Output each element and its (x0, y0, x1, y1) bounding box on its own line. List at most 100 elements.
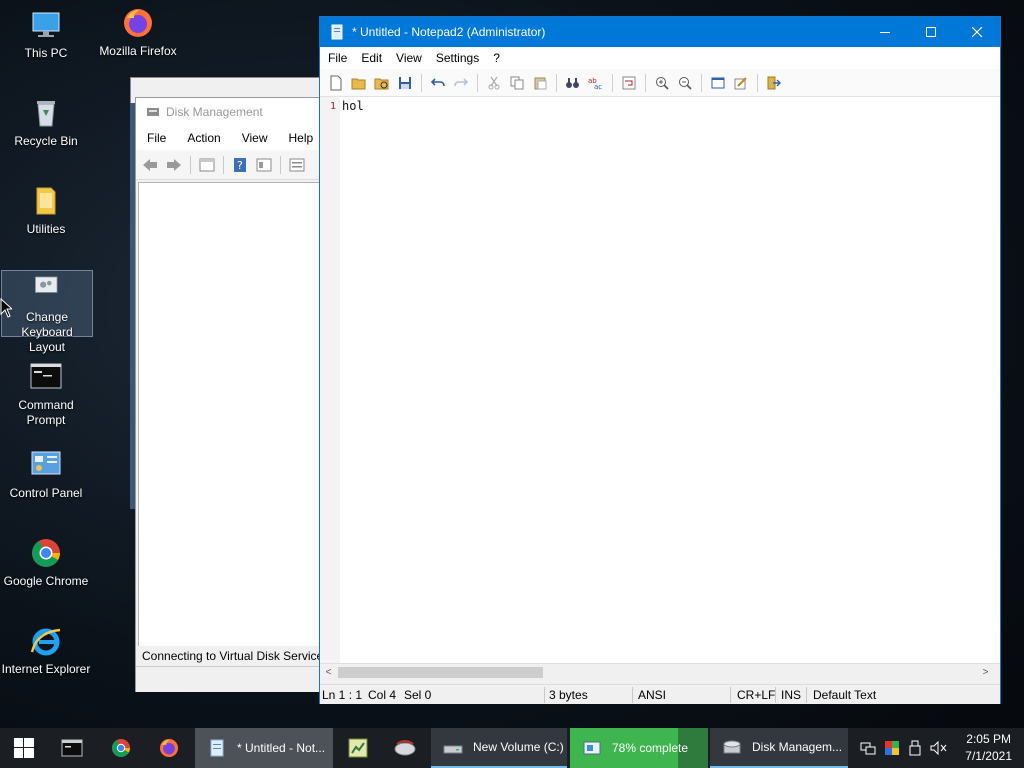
desktop-icon-label: Google Chrome (3, 574, 89, 588)
zoom-out-icon[interactable] (675, 73, 695, 93)
desktop-icon-firefox[interactable]: Mozilla Firefox (92, 6, 184, 59)
status-encoding[interactable]: ANSI (638, 688, 666, 702)
taskbar-button-label: Disk Managem... (752, 740, 843, 754)
desktop-icon-label: Mozilla Firefox (99, 44, 177, 58)
new-file-icon[interactable] (326, 73, 346, 93)
volume-muted-icon[interactable] (930, 740, 948, 756)
svg-text:ac: ac (594, 83, 602, 90)
terminal-icon (61, 739, 83, 757)
menu-help[interactable]: Help (278, 131, 324, 145)
scrollbar-thumb[interactable] (338, 667, 543, 678)
back-arrow-icon[interactable] (140, 155, 160, 175)
taskbar-copy-progress[interactable]: 78% complete (570, 728, 708, 768)
spreadsheet-icon (348, 738, 367, 758)
taskbar-spreadsheet-app[interactable] (335, 728, 380, 768)
scroll-right-button[interactable]: > (977, 664, 994, 681)
undo-icon[interactable] (428, 73, 448, 93)
disk-tool-icon (394, 740, 416, 756)
paste-icon[interactable] (530, 73, 550, 93)
status-insert-mode[interactable]: INS (781, 688, 801, 702)
scheme-icon[interactable] (708, 73, 728, 93)
word-wrap-icon[interactable] (619, 73, 639, 93)
find-icon[interactable] (563, 73, 583, 93)
status-divider (632, 687, 633, 703)
toolbar-separator (223, 155, 224, 174)
desktop-icon-change-keyboard-layout[interactable]: Change Keyboard Layout (1, 270, 93, 354)
desktop-icon-control-panel[interactable]: Control Panel (0, 448, 92, 501)
taskbar-chrome[interactable] (97, 728, 145, 768)
mouse-cursor-icon (0, 298, 12, 318)
desktop-icon-google-chrome[interactable]: Google Chrome (0, 536, 92, 589)
taskbar-notepad2[interactable]: * Untitled - Not... (195, 728, 333, 768)
editor-area[interactable]: 1 hol < > (320, 97, 1000, 680)
firefox-icon (124, 9, 152, 37)
desktop-icon-internet-explorer[interactable]: Internet Explorer (0, 624, 92, 677)
desktop-icon-command-prompt[interactable]: Command Prompt (0, 360, 92, 428)
desktop-icon-label: Control Panel (9, 486, 83, 500)
clock[interactable]: 2:05 PM 7/1/2021 (965, 731, 1012, 765)
desktop-icon-utilities[interactable]: Utilities (0, 184, 92, 237)
status-scheme[interactable]: Default Text (813, 688, 876, 702)
notepad2-menubar: File Edit View Settings ? (320, 47, 1000, 69)
folder-icon (36, 187, 56, 215)
minimize-icon (879, 31, 890, 33)
status-divider (730, 687, 731, 703)
list-view-icon[interactable] (287, 155, 307, 175)
exit-icon[interactable] (764, 73, 784, 93)
taskbar-new-volume[interactable]: New Volume (C:) (431, 728, 567, 768)
status-size: 3 bytes (549, 688, 588, 702)
close-button[interactable] (954, 17, 1000, 47)
horizontal-scrollbar[interactable]: < > (320, 663, 1000, 680)
status-line-ending[interactable]: CR+LF (737, 688, 775, 702)
zoom-in-icon[interactable] (652, 73, 672, 93)
start-button[interactable] (0, 728, 48, 768)
console-tree-icon[interactable] (197, 155, 217, 175)
network-icon[interactable] (860, 740, 876, 756)
display-color-icon[interactable] (884, 740, 900, 756)
disk-management-window[interactable]: Disk Management File Action View Help ? … (135, 97, 325, 692)
open-folder-icon[interactable] (349, 73, 369, 93)
menu-action[interactable]: Action (176, 131, 230, 145)
desktop-icon-label: Recycle Bin (14, 134, 78, 148)
taskbar-firefox[interactable] (145, 728, 193, 768)
menu-edit[interactable]: Edit (354, 51, 389, 65)
menu-help[interactable]: ? (486, 51, 507, 65)
browse-icon[interactable] (372, 73, 392, 93)
notepad2-title: * Untitled - Notepad2 (Administrator) (352, 25, 546, 39)
menu-view[interactable]: View (231, 131, 278, 145)
maximize-button[interactable] (908, 17, 954, 47)
usb-device-icon[interactable] (908, 740, 922, 756)
cut-icon[interactable] (484, 73, 504, 93)
forward-arrow-icon[interactable] (164, 155, 184, 175)
disk-management-titlebar[interactable]: Disk Management (136, 98, 324, 126)
disk-management-bottom-bar (136, 666, 324, 692)
status-divider (544, 687, 545, 703)
notepad2-window[interactable]: * Untitled - Notepad2 (Administrator) Fi… (319, 16, 1001, 704)
help-icon[interactable]: ? (230, 155, 250, 175)
customize-icon[interactable] (731, 73, 751, 93)
terminal-icon (30, 363, 62, 389)
scroll-left-button[interactable]: < (320, 664, 337, 681)
taskbar-button-label: New Volume (C:) (473, 740, 564, 754)
taskbar-disk-management[interactable]: Disk Managem... (710, 728, 848, 768)
toolbar-separator (190, 155, 191, 174)
minimize-button[interactable] (862, 17, 908, 47)
menu-file[interactable]: File (320, 51, 354, 65)
redo-icon[interactable] (451, 73, 471, 93)
chrome-icon (32, 539, 60, 567)
notepad2-titlebar[interactable]: * Untitled - Notepad2 (Administrator) (320, 17, 1000, 47)
menu-file[interactable]: File (136, 131, 176, 145)
copy-icon[interactable] (507, 73, 527, 93)
taskbar-command-prompt[interactable] (48, 728, 96, 768)
editor-text[interactable]: hol (342, 99, 364, 113)
save-icon[interactable] (395, 73, 415, 93)
disk-management-status: Connecting to Virtual Disk Service... (138, 646, 322, 666)
menu-settings[interactable]: Settings (429, 51, 486, 65)
properties-icon[interactable] (254, 155, 274, 175)
replace-icon[interactable]: ab ac (586, 73, 606, 93)
taskbar: * Untitled - Not... New Volume (C:) 78% … (0, 728, 1024, 768)
menu-view[interactable]: View (389, 51, 429, 65)
desktop-icon-this-pc[interactable]: This PC (0, 8, 92, 61)
desktop-icon-recycle-bin[interactable]: Recycle Bin (0, 96, 92, 149)
taskbar-disk-utility[interactable] (382, 728, 428, 768)
